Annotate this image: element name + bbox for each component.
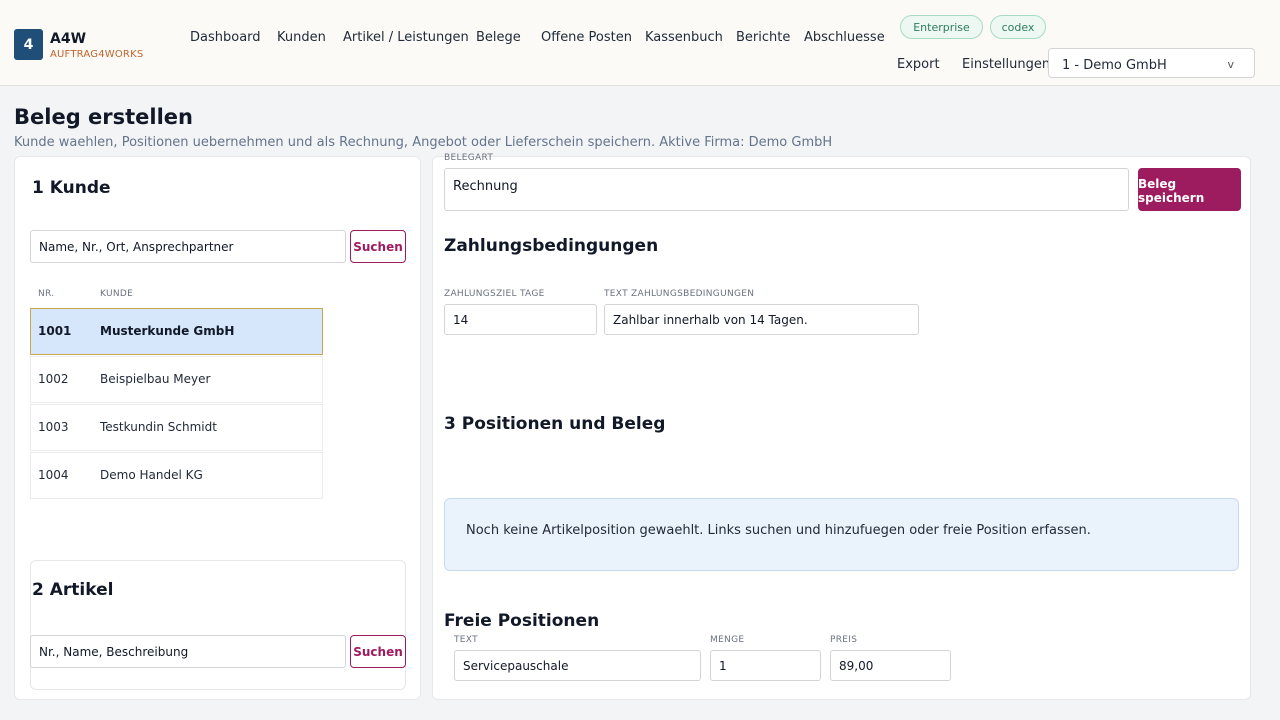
nav-berichte[interactable]: Berichte [736,30,790,45]
nav-offene-posten[interactable]: Offene Posten [541,30,632,45]
nav-artikel[interactable]: Artikel / Leistungen [343,30,469,45]
chevron-down-icon: v [1227,58,1234,71]
freie-positionen-heading: Freie Positionen [444,611,600,631]
zahlungstext-label: TEXT ZAHLUNGSBEDINGUNGEN [604,289,755,299]
settings-link[interactable]: Einstellungen [962,57,1050,72]
customer-nr: 1003 [38,420,69,434]
customer-name: Testkundin Schmidt [100,420,217,434]
logo-icon[interactable]: 4 [14,29,43,60]
customer-row[interactable]: 1002 Beispielbau Meyer [30,356,323,403]
artikel-search-button[interactable]: Suchen [350,635,406,668]
zahlungsziel-label: ZAHLUNGSZIEL TAGE [444,289,545,299]
column-header-nr: NR. [38,289,55,299]
customer-row[interactable]: 1003 Testkundin Schmidt [30,404,323,451]
menge-label: MENGE [710,635,745,645]
column-header-kunde: KUNDE [100,289,134,299]
export-link[interactable]: Export [897,57,940,72]
customer-name: Demo Handel KG [100,468,203,482]
kunde-search-input[interactable]: Name, Nr., Ort, Ansprechpartner [30,230,346,263]
customer-name: Beispielbau Meyer [100,372,211,386]
zahlungstext-input[interactable]: Zahlbar innerhalb von 14 Tagen. [604,304,919,335]
kunde-heading: 1 Kunde [32,178,111,198]
kunde-search-button[interactable]: Suchen [350,230,406,263]
page-title: Beleg erstellen [14,105,194,129]
positionen-heading: 3 Positionen und Beleg [444,414,666,434]
nav-abschluesse[interactable]: Abschluesse [804,30,885,45]
freie-text-label: TEXT [454,635,478,645]
brand-name: A4W [50,31,87,47]
nav-kunden[interactable]: Kunden [277,30,326,45]
top-navigation-bar: 4 A4W AUFTRAG4WORKS Dashboard Kunden Art… [0,0,1280,86]
brand-subtitle: AUFTRAG4WORKS [50,49,144,60]
zahlungsziel-input[interactable]: 14 [444,304,597,335]
customer-nr: 1004 [38,468,69,482]
user-badge: codex [990,15,1046,39]
company-select-value: 1 - Demo GmbH [1062,58,1167,73]
customer-row[interactable]: 1001 Musterkunde GmbH [30,308,323,355]
save-beleg-button[interactable]: Beleg speichern [1138,168,1241,211]
customer-nr: 1002 [38,372,69,386]
zahlungsbedingungen-heading: Zahlungsbedingungen [444,236,659,256]
belegart-label: BELEGART [444,153,494,163]
customer-nr: 1001 [38,324,72,338]
artikel-search-input[interactable]: Nr., Name, Beschreibung [30,635,346,668]
company-select[interactable]: 1 - Demo GmbH v [1048,48,1255,78]
nav-kassenbuch[interactable]: Kassenbuch [645,30,723,45]
customer-name: Musterkunde GmbH [100,324,235,338]
freie-text-input[interactable]: Servicepauschale [454,650,701,681]
page-subtitle: Kunde waehlen, Positionen uebernehmen un… [14,135,833,150]
customer-row[interactable]: 1004 Demo Handel KG [30,452,323,499]
preis-input[interactable]: 89,00 [830,650,951,681]
empty-positions-notice: Noch keine Artikelposition gewaehlt. Lin… [444,498,1239,571]
menge-input[interactable]: 1 [710,650,821,681]
belegart-select[interactable]: Rechnung [444,168,1129,211]
artikel-heading: 2 Artikel [32,580,114,600]
nav-belege[interactable]: Belege [476,30,521,45]
nav-dashboard[interactable]: Dashboard [190,30,261,45]
edition-badge: Enterprise [900,15,983,39]
preis-label: PREIS [830,635,858,645]
